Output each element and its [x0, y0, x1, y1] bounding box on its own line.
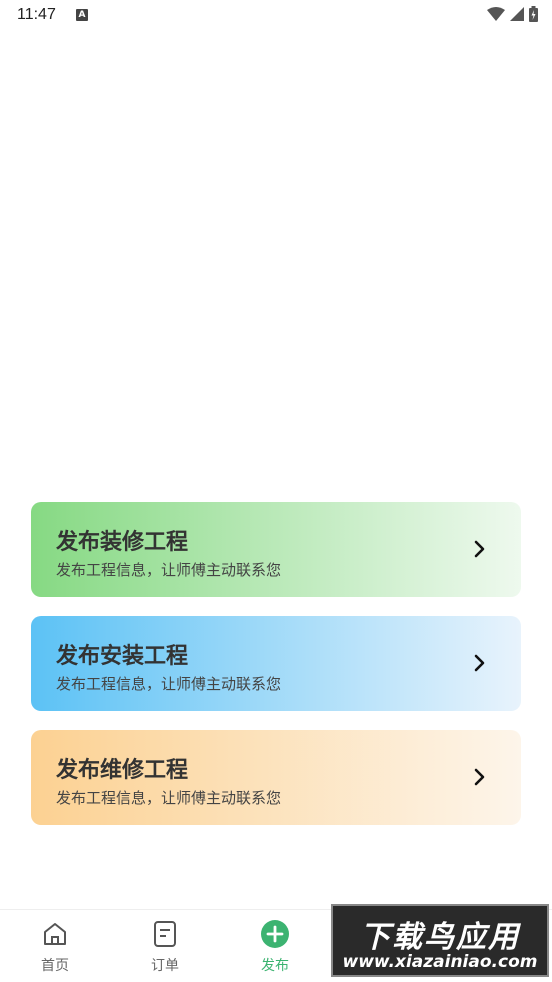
watermark-logo: 下载鸟应用 www.xiazainiao.com: [331, 904, 549, 977]
plus-circle-icon: [261, 920, 289, 948]
nav-home[interactable]: 首页: [0, 910, 110, 982]
publish-decoration-card[interactable]: 发布装修工程 发布工程信息，让师傅主动联系您: [31, 502, 521, 597]
nav-label: 首页: [41, 958, 69, 974]
signal-icon: [510, 7, 524, 21]
wifi-icon: [487, 7, 505, 21]
publish-repair-card[interactable]: 发布维修工程 发布工程信息，让师傅主动联系您: [31, 730, 521, 825]
notification-icon: A: [76, 9, 88, 21]
nav-orders[interactable]: 订单: [110, 910, 220, 982]
publish-installation-card[interactable]: 发布安装工程 发布工程信息，让师傅主动联系您: [31, 616, 521, 711]
battery-icon: [529, 6, 538, 22]
nav-label: 订单: [151, 958, 179, 974]
order-icon: [154, 921, 176, 947]
nav-label: 发布: [261, 958, 289, 974]
card-subtitle: 发布工程信息，让师傅主动联系您: [56, 789, 282, 807]
status-time: 11:47: [17, 6, 56, 23]
card-title: 发布维修工程: [56, 758, 189, 783]
card-subtitle: 发布工程信息，让师傅主动联系您: [56, 675, 282, 693]
status-icons: [487, 6, 538, 22]
card-title: 发布装修工程: [56, 530, 189, 555]
chevron-right-icon: [474, 768, 485, 786]
status-bar: 11:47 A: [0, 0, 552, 32]
card-subtitle: 发布工程信息，让师傅主动联系您: [56, 561, 282, 579]
watermark-url: www.xiazainiao.com: [342, 952, 538, 972]
nav-publish[interactable]: 发布: [220, 910, 330, 982]
chevron-right-icon: [474, 540, 485, 558]
chevron-right-icon: [474, 654, 485, 672]
home-icon: [44, 923, 66, 945]
card-title: 发布安装工程: [56, 644, 189, 669]
watermark-title: 下载鸟应用: [360, 920, 520, 955]
